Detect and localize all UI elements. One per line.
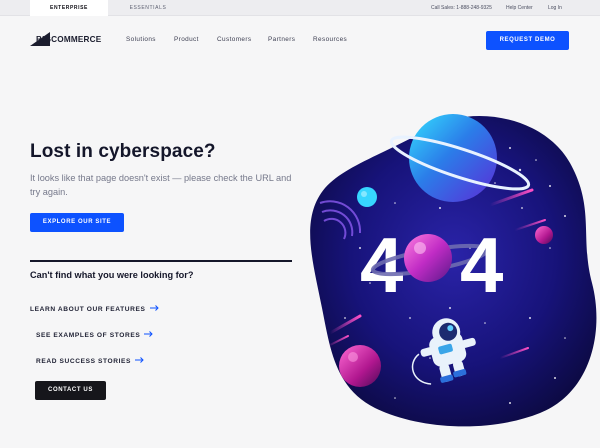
tab-enterprise[interactable]: ENTERPRISE [30, 0, 108, 16]
learn-features-label: LEARN ABOUT OUR FEATURES [30, 305, 146, 313]
explore-site-button[interactable]: EXPLORE OUR SITE [30, 213, 124, 232]
arrow-right-icon [144, 331, 154, 339]
nav-partners[interactable]: Partners [268, 36, 295, 43]
tab-essentials[interactable]: ESSENTIALS [108, 0, 188, 16]
call-sales-link[interactable]: Call Sales: 1-888-248-9325 [431, 0, 492, 16]
nav-product[interactable]: Product [174, 36, 199, 43]
nav-customers[interactable]: Customers [217, 36, 252, 43]
help-center-link[interactable]: Help Center [506, 0, 533, 16]
help-heading: Can't find what you were looking for? [30, 270, 194, 280]
digit-right: 4 [460, 221, 503, 309]
main-header: BIGCOMMERCE Solutions Product Customers … [0, 16, 600, 64]
lost-in-space-illustration: 4 4 [300, 108, 600, 430]
success-stories-label: READ SUCCESS STORIES [36, 357, 132, 365]
utility-bar: ENTERPRISE ESSENTIALS Call Sales: 1-888-… [0, 0, 600, 16]
learn-features-link[interactable]: LEARN ABOUT OUR FEATURES [30, 305, 159, 313]
logo-text: BIGCOMMERCE [36, 34, 102, 44]
contact-us-button[interactable]: CONTACT US [35, 381, 106, 400]
magenta-planet [339, 345, 381, 387]
nav-resources[interactable]: Resources [313, 36, 347, 43]
bigcommerce-logo[interactable]: BIGCOMMERCE [30, 32, 101, 46]
small-pink-planet [535, 226, 553, 244]
success-stories-link[interactable]: READ SUCCESS STORIES [36, 357, 144, 365]
arrow-right-icon [149, 305, 159, 313]
nav-solutions[interactable]: Solutions [126, 36, 156, 43]
see-stores-label: SEE EXAMPLES OF STORES [36, 331, 141, 339]
section-divider [30, 260, 292, 262]
see-stores-link[interactable]: SEE EXAMPLES OF STORES [36, 331, 154, 339]
request-demo-button[interactable]: REQUEST DEMO [486, 31, 569, 50]
small-cyan-planet [357, 187, 377, 207]
login-link[interactable]: Log In [548, 0, 562, 16]
arrow-right-icon [135, 357, 144, 365]
page-subtitle: It looks like that page doesn't exist — … [30, 173, 292, 197]
page-title: Lost in cyberspace? [30, 141, 216, 162]
